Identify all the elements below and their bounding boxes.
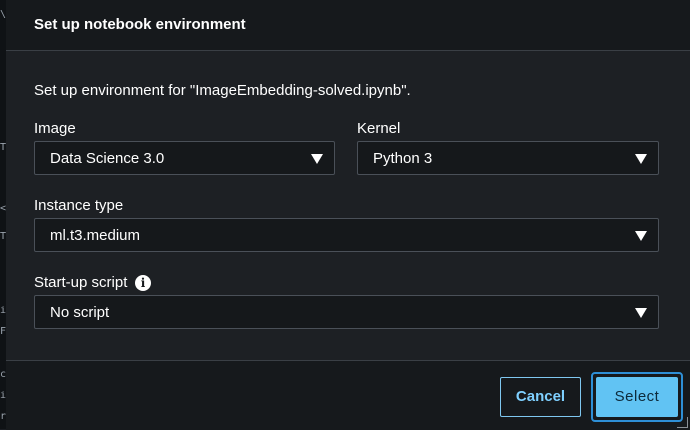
kernel-label: Kernel bbox=[357, 120, 401, 137]
caret-down-icon bbox=[635, 231, 647, 241]
cancel-button[interactable]: Cancel bbox=[500, 377, 581, 417]
kernel-select[interactable]: Python 3 bbox=[357, 141, 659, 175]
startup-script-label: Start-up script bbox=[34, 274, 128, 291]
dialog-footer: Cancel Select bbox=[6, 360, 690, 430]
image-select-value: Data Science 3.0 bbox=[50, 150, 165, 167]
startup-script-select[interactable]: No script bbox=[34, 295, 659, 329]
image-label: Image bbox=[34, 120, 76, 137]
instance-type-label: Instance type bbox=[34, 197, 124, 214]
caret-down-icon bbox=[635, 308, 647, 318]
resize-handle-icon[interactable] bbox=[677, 417, 688, 428]
instance-type-select[interactable]: ml.t3.medium bbox=[34, 218, 659, 252]
dialog-title: Set up notebook environment bbox=[34, 16, 246, 33]
dialog-description: Set up environment for "ImageEmbedding-s… bbox=[34, 82, 411, 99]
startup-script-select-value: No script bbox=[50, 304, 110, 321]
kernel-select-value: Python 3 bbox=[373, 150, 433, 167]
image-select[interactable]: Data Science 3.0 bbox=[34, 141, 335, 175]
instance-type-select-value: ml.t3.medium bbox=[50, 227, 141, 244]
caret-down-icon bbox=[311, 154, 323, 164]
info-icon[interactable]: i bbox=[135, 275, 151, 291]
dialog-header: Set up notebook environment bbox=[6, 0, 690, 51]
setup-environment-dialog: Set up notebook environment Set up envir… bbox=[6, 0, 690, 430]
caret-down-icon bbox=[635, 154, 647, 164]
select-button[interactable]: Select bbox=[596, 377, 678, 417]
